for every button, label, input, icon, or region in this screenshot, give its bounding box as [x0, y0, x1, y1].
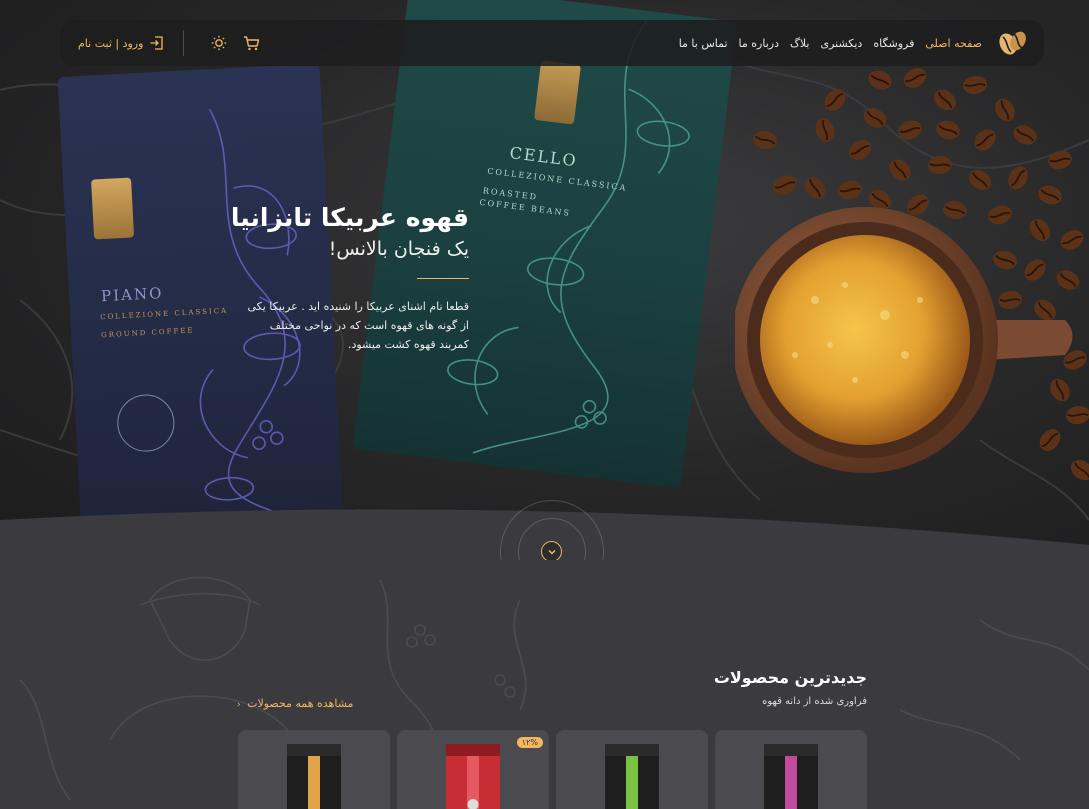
main-nav: صفحه اصلی فروشگاه دیکشنری بلاگ درباره ما… [668, 37, 982, 50]
product-card[interactable]: ۱۲% [397, 730, 549, 809]
product-card[interactable] [715, 730, 867, 809]
hero-banner: PIANO COLLEZIONE CLASSICA GROUND COFFEE … [0, 0, 1089, 560]
see-all-products-link[interactable]: مشاهده همه محصولات ‹ [237, 697, 353, 710]
login-register-link[interactable]: ورود | ثبت نام [78, 35, 165, 51]
product-card[interactable] [238, 730, 390, 809]
product-card[interactable] [556, 730, 708, 809]
cart-icon[interactable] [242, 34, 260, 52]
sun-icon[interactable] [210, 34, 228, 52]
chevron-left-icon: ‹ [237, 700, 241, 710]
login-icon [150, 36, 164, 50]
coffee-bag-image [446, 744, 500, 809]
nav-home[interactable]: صفحه اصلی [925, 37, 982, 50]
chevron-down-icon [547, 549, 556, 555]
nav-about[interactable]: درباره ما [739, 37, 779, 50]
coffee-bag-image [605, 744, 659, 809]
nav-dictionary[interactable]: دیکشنری [820, 37, 862, 50]
hero-description: قطعا نام اشنای عربیکا را شنیده اید . عرب… [209, 297, 469, 354]
hero-divider [417, 278, 469, 279]
nav-tools: ورود | ثبت نام [78, 30, 260, 56]
hero-desc-line: قطعا نام اشنای عربیکا را شنیده اید . عرب… [247, 300, 469, 313]
hero-desc-line: از گونه های قهوه است که در نواحی مختلف [269, 319, 469, 332]
nav-shop[interactable]: فروشگاه [873, 37, 914, 50]
section-title: جدیدترین محصولات [713, 668, 867, 687]
coffee-bag-image [764, 744, 818, 809]
top-navbar: صفحه اصلی فروشگاه دیکشنری بلاگ درباره ما… [60, 20, 1044, 66]
coffee-bag-image [287, 744, 341, 809]
see-all-label: مشاهده همه محصولات [247, 697, 354, 710]
scroll-down-button[interactable] [541, 541, 562, 562]
coffee-beans-logo-icon[interactable] [996, 27, 1028, 59]
product-list: ۱۲% [237, 730, 867, 809]
hero-subtitle: یک فنجان بالانس! [328, 238, 469, 260]
hero-title: قهوه عربیکا تانزانیا [230, 203, 469, 232]
hero-bottom-curve [0, 509, 1089, 560]
hero-desc-line: کمربند قهوه کشت میشود. [347, 338, 469, 351]
discount-badge: ۱۲% [516, 737, 543, 748]
nav-contact[interactable]: تماس با ما [679, 37, 728, 50]
nav-divider [183, 30, 185, 56]
hero-text-block: قهوه عربیکا تانزانیا یک فنجان بالانس! قط… [209, 200, 469, 354]
nav-blog[interactable]: بلاگ [790, 37, 809, 50]
section-subtitle: فراوری شده از دانه قهوه [762, 696, 867, 707]
products-header: جدیدترین محصولات فراوری شده از دانه قهوه [714, 668, 867, 707]
login-label: ورود | ثبت نام [78, 36, 144, 50]
